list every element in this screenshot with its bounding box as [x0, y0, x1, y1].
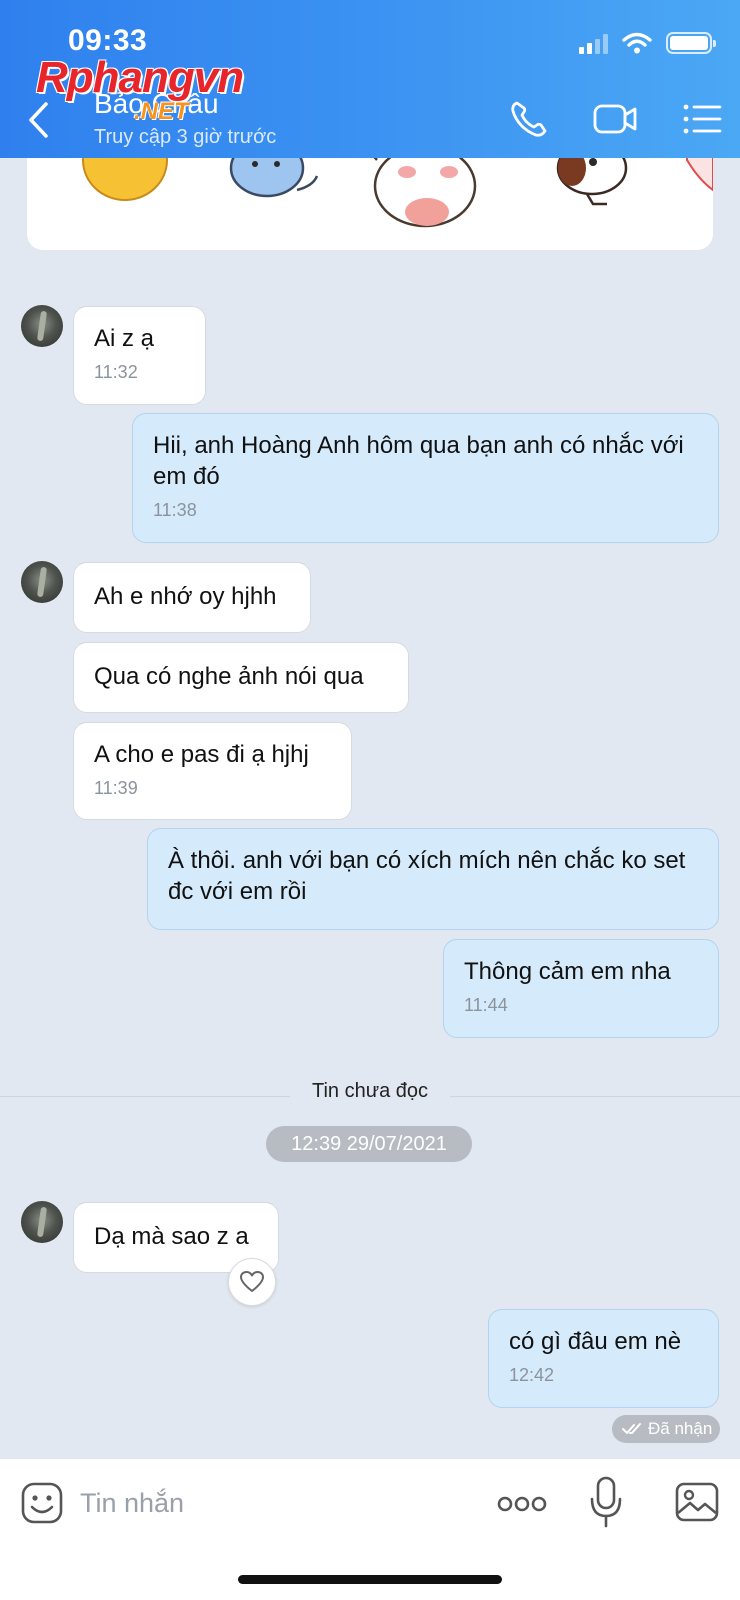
message-time: 12:42 [509, 1365, 555, 1385]
message-text: Ah e nhớ oy hjhh [94, 583, 277, 610]
cellular-signal-icon [579, 32, 608, 54]
back-icon[interactable] [22, 98, 56, 142]
image-icon[interactable] [674, 1479, 720, 1525]
message-text: có gì đâu em nè [509, 1328, 682, 1355]
message-time: 11:38 [153, 500, 197, 520]
message-text: Hii, anh Hoàng Anh hôm qua bạn anh có nh… [153, 432, 684, 490]
message-time: 11:32 [94, 362, 138, 382]
double-check-icon [622, 1423, 641, 1434]
date-separator: 12:39 29/07/2021 [266, 1126, 472, 1162]
message-text: Thông cảm em nha [464, 958, 671, 985]
message-input[interactable] [80, 1479, 460, 1527]
message-text: À thôi. anh với bạn có xích mích nên chắ… [168, 847, 686, 905]
message-bubble-outgoing[interactable]: có gì đâu em nè 12:42 [488, 1309, 719, 1408]
avatar[interactable] [21, 561, 63, 603]
watermark-logo-suffix: .NET [134, 98, 189, 125]
message-bubble-incoming[interactable]: A cho e pas đi ạ hjhj 11:39 [73, 722, 352, 820]
message-time: 11:39 [94, 778, 138, 798]
delivery-status-text: Đã nhận [648, 1419, 713, 1438]
menu-icon[interactable] [680, 98, 726, 140]
video-call-icon[interactable] [592, 98, 638, 140]
message-text: Dạ mà sao z a [94, 1223, 249, 1250]
avatar[interactable] [21, 305, 63, 347]
avatar[interactable] [21, 1201, 63, 1243]
message-text: A cho e pas đi ạ hjhj [94, 741, 309, 768]
contact-last-seen: Truy cập 3 giờ trước [94, 126, 277, 148]
more-icon[interactable] [496, 1487, 548, 1521]
message-text: Ai z ạ [94, 325, 155, 352]
message-bubble-outgoing[interactable]: À thôi. anh với bạn có xích mích nên chắ… [147, 828, 719, 930]
emoji-icon[interactable] [20, 1481, 64, 1525]
chat-header: 09:33 Bảo Châu Truy cập 3 giờ trước Rpha… [0, 0, 740, 158]
status-bar-indicators [579, 28, 716, 58]
delivery-status-badge: Đã nhận [612, 1415, 720, 1443]
home-indicator[interactable] [238, 1575, 502, 1584]
message-bubble-incoming[interactable]: Ai z ạ 11:32 [73, 306, 206, 405]
unread-label: Tin chưa đọc [290, 1080, 450, 1103]
heart-icon [240, 1271, 264, 1292]
watermark-logo: Rphangvn [36, 53, 244, 102]
message-bubble-outgoing[interactable]: Hii, anh Hoàng Anh hôm qua bạn anh có nh… [132, 413, 719, 543]
message-bubble-outgoing[interactable]: Thông cảm em nha 11:44 [443, 939, 719, 1038]
message-time: 11:44 [464, 995, 508, 1015]
phone-icon[interactable] [508, 98, 554, 140]
battery-icon [666, 32, 716, 54]
wifi-icon [622, 32, 652, 54]
microphone-icon[interactable] [588, 1475, 624, 1529]
message-bubble-incoming[interactable]: Qua có nghe ảnh nói qua [73, 642, 409, 713]
react-heart-button[interactable] [228, 1258, 276, 1306]
message-composer [0, 1458, 740, 1600]
message-text: Qua có nghe ảnh nói qua [94, 663, 364, 690]
message-bubble-incoming[interactable]: Ah e nhớ oy hjhh [73, 562, 311, 633]
